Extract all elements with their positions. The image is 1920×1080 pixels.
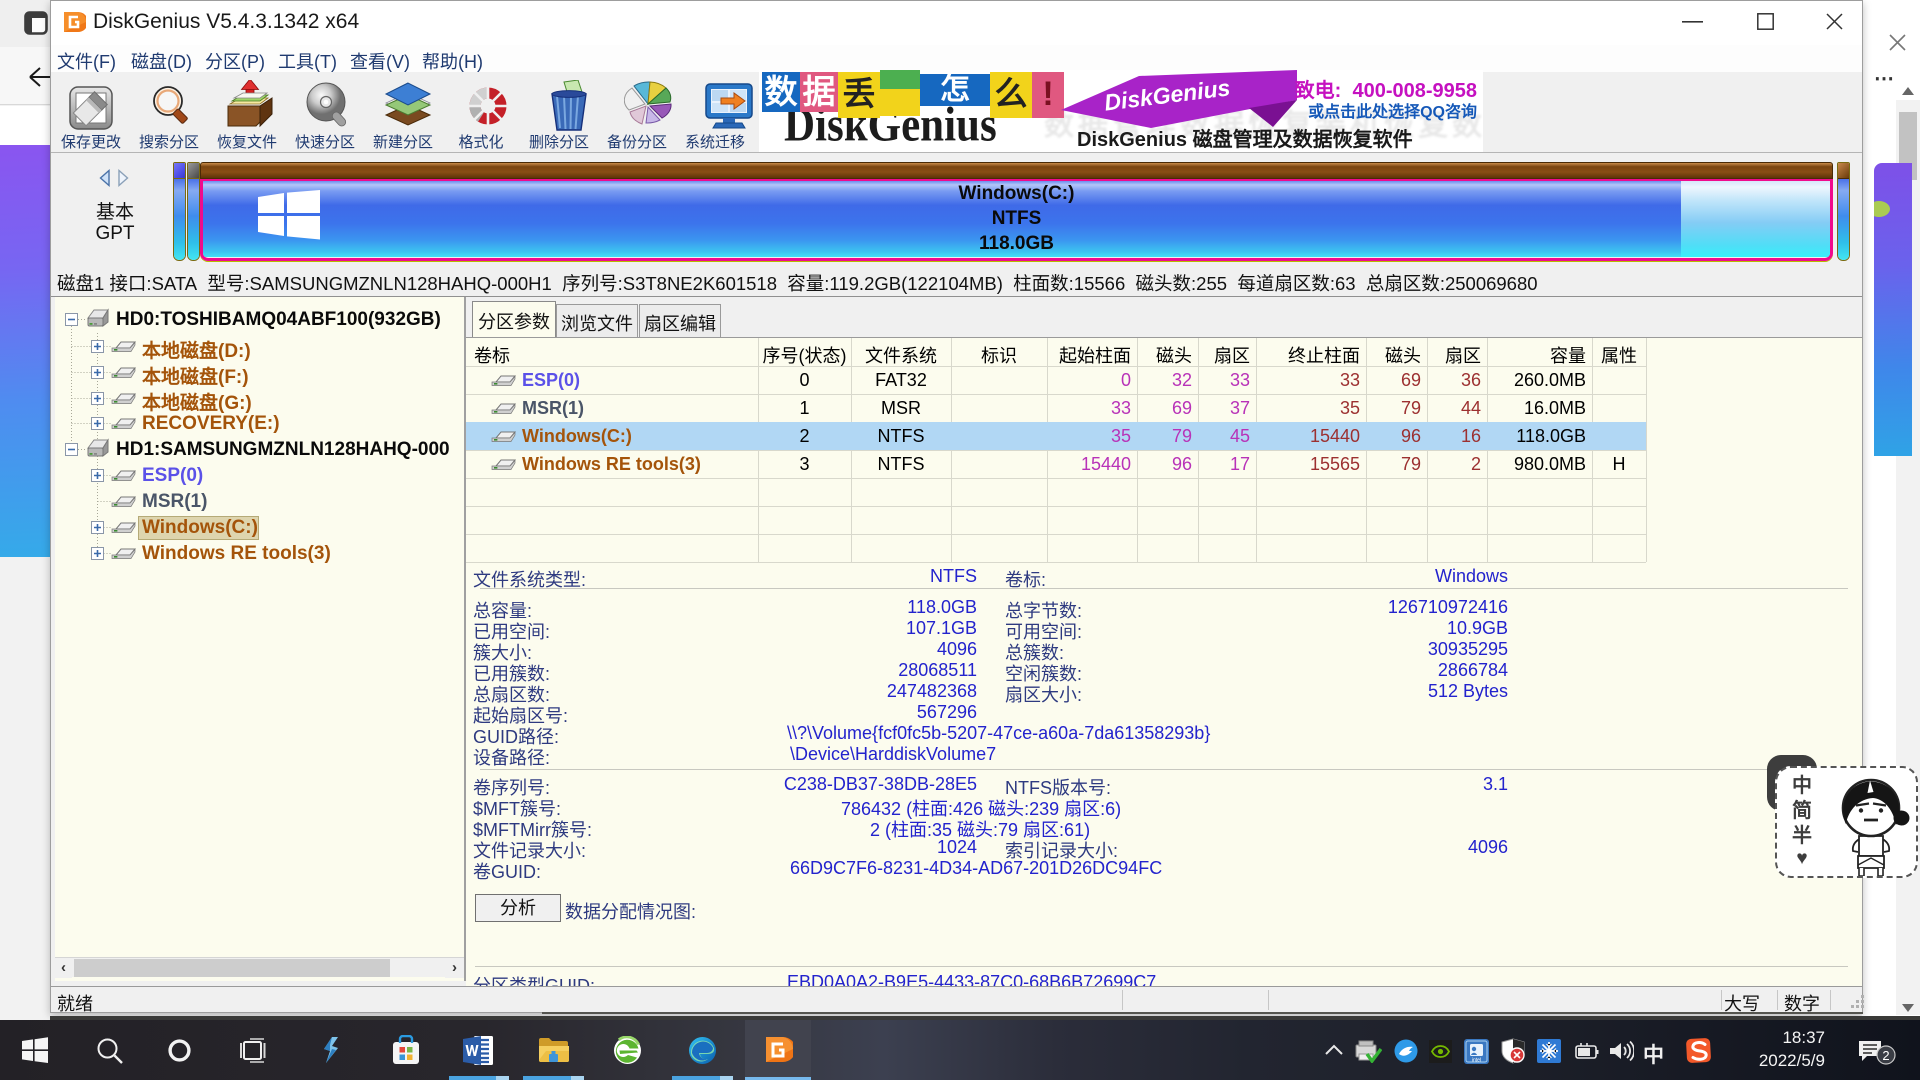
svg-text:2: 2 [1882,1048,1889,1063]
svg-text:intel: intel [1472,1058,1481,1064]
